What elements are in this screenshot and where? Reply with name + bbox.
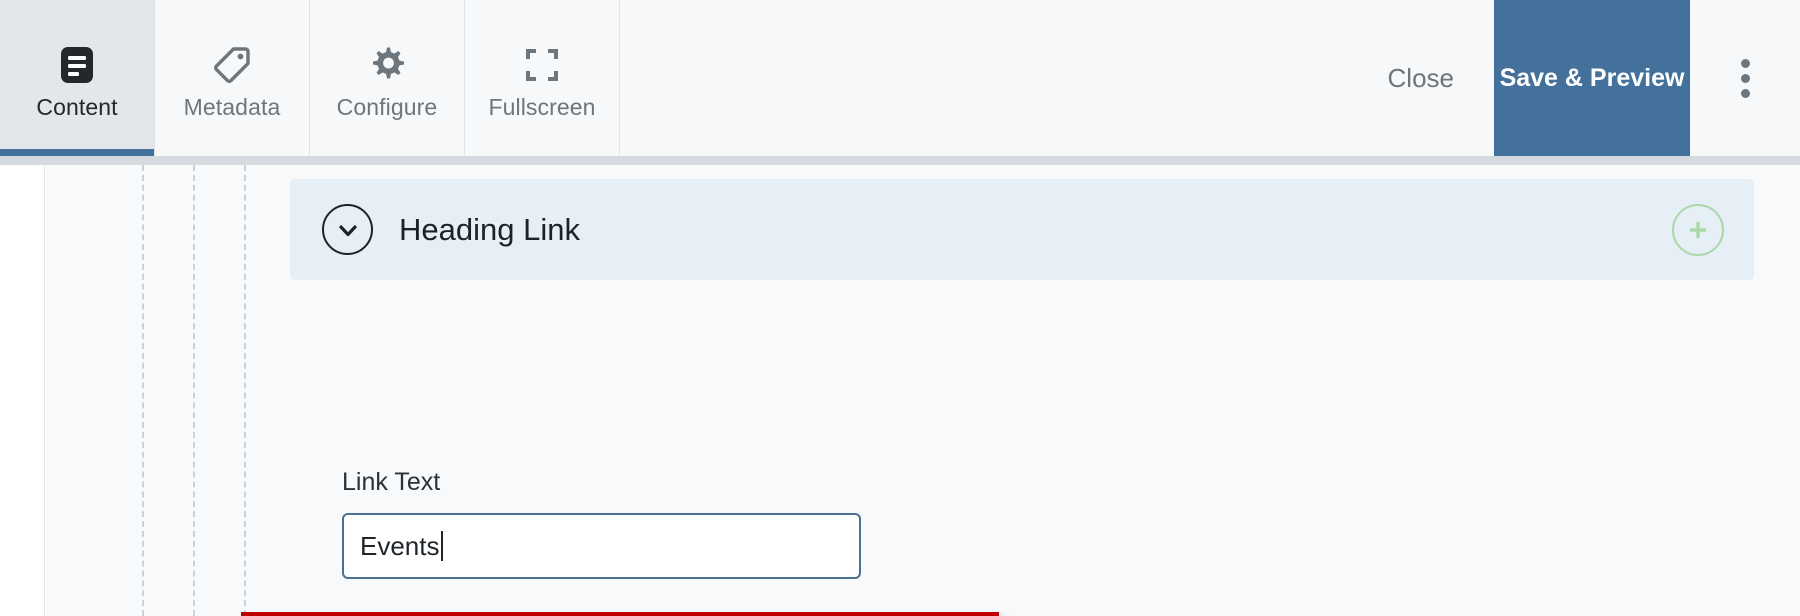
tab-content[interactable]: Content xyxy=(0,0,155,156)
link-text-value: Events xyxy=(360,530,440,561)
tab-configure-label: Configure xyxy=(336,93,438,120)
guide-line xyxy=(193,165,195,616)
save-and-preview-button[interactable]: Save & Preview xyxy=(1494,0,1690,156)
heading-link-title: Heading Link xyxy=(399,212,580,247)
tag-icon xyxy=(212,38,252,92)
toolbar-spacer xyxy=(620,0,1378,156)
toolbar-divider xyxy=(0,156,1800,165)
guide-line xyxy=(142,165,144,616)
tab-fullscreen-label: Fullscreen xyxy=(488,93,596,120)
tab-metadata-label: Metadata xyxy=(183,93,281,120)
fullscreen-icon xyxy=(522,38,562,92)
annotation-highlight-box xyxy=(241,612,999,616)
tab-content-label: Content xyxy=(36,93,118,120)
text-caret xyxy=(440,531,443,561)
plus-circle-icon[interactable] xyxy=(1672,203,1724,256)
tab-metadata[interactable]: Metadata xyxy=(155,0,310,156)
editor-canvas: Heading Link Link Text Events Link to xyxy=(46,165,1800,616)
chevron-down-icon[interactable] xyxy=(322,204,373,255)
tab-configure[interactable]: Configure xyxy=(310,0,465,156)
close-button[interactable]: Close xyxy=(1377,0,1494,156)
link-text-label: Link Text xyxy=(342,468,441,496)
guide-line xyxy=(244,165,246,616)
editor-body: Heading Link Link Text Events Link to xyxy=(0,165,1800,616)
left-margin xyxy=(0,165,45,616)
editor-toolbar: Content Metadata Configure Fullscreen Cl… xyxy=(0,0,1800,156)
heading-link-panel: Heading Link Link Text Events Link to xyxy=(290,165,1800,616)
heading-link-accordion-header[interactable]: Heading Link xyxy=(290,179,1754,280)
tab-fullscreen[interactable]: Fullscreen xyxy=(465,0,620,156)
gear-icon xyxy=(367,38,407,92)
toolbar-tabs: Content Metadata Configure Fullscreen xyxy=(0,0,620,156)
content-lines-icon xyxy=(57,38,97,92)
editor-screen: Content Metadata Configure Fullscreen Cl… xyxy=(0,0,1800,616)
overflow-menu-button[interactable] xyxy=(1690,0,1800,156)
link-text-input[interactable]: Events xyxy=(342,513,861,579)
kebab-menu-icon xyxy=(1740,58,1750,98)
